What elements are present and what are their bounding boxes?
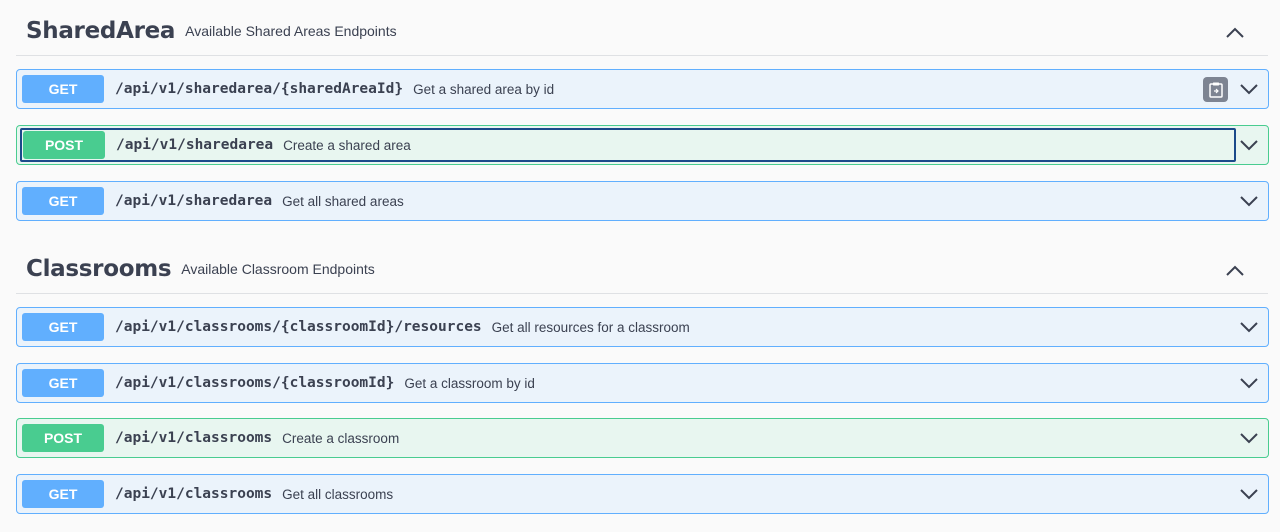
operation-description: Create a shared area — [283, 137, 411, 153]
operation-description: Get a shared area by id — [413, 81, 555, 97]
chevron-down-icon[interactable] — [1238, 373, 1260, 393]
chevron-down-icon[interactable] — [1238, 79, 1260, 99]
chevron-down-icon[interactable] — [1238, 317, 1260, 337]
operation-get-sharedarea-by-id[interactable]: GET /api/v1/sharedarea/{sharedAreaId} Ge… — [16, 69, 1269, 109]
operation-path: /api/v1/sharedarea/{sharedAreaId} — [115, 81, 404, 97]
method-badge: POST — [22, 424, 104, 452]
operation-path: /api/v1/classrooms/{classroomId} — [115, 375, 395, 391]
operation-description: Create a classroom — [282, 430, 400, 446]
operation-summary[interactable]: POST /api/v1/sharedarea Create a shared … — [20, 128, 1236, 162]
operation-get-all-classrooms[interactable]: GET /api/v1/classrooms Get all classroom… — [16, 474, 1269, 514]
operation-path: /api/v1/sharedarea — [116, 137, 274, 153]
chevron-up-icon[interactable] — [1218, 19, 1252, 47]
operation-get-classroom-by-id[interactable]: GET /api/v1/classrooms/{classroomId} Get… — [16, 363, 1269, 403]
operation-summary[interactable]: POST /api/v1/classrooms Create a classro… — [21, 422, 1236, 454]
method-badge: GET — [22, 187, 104, 215]
method-badge: GET — [22, 480, 104, 508]
operation-description: Get all resources for a classroom — [491, 319, 690, 335]
method-badge: GET — [22, 369, 104, 397]
operation-summary[interactable]: GET /api/v1/classrooms/{classroomId} Get… — [21, 367, 1236, 399]
operation-get-all-sharedareas[interactable]: GET /api/v1/sharedarea Get all shared ar… — [16, 181, 1269, 221]
section-description: Available Classroom Endpoints — [181, 260, 375, 277]
method-badge: GET — [22, 75, 104, 103]
operation-description: Get all classrooms — [282, 486, 394, 502]
section-description: Available Shared Areas Endpoints — [185, 22, 397, 39]
operation-get-classroom-resources[interactable]: GET /api/v1/classrooms/{classroomId}/res… — [16, 307, 1269, 347]
section-header-sharedarea[interactable]: SharedArea Available Shared Areas Endpoi… — [16, 6, 1268, 56]
operation-path: /api/v1/sharedarea — [115, 193, 273, 209]
section-title: Classrooms — [26, 255, 172, 282]
operation-path: /api/v1/classrooms/{classroomId}/resourc… — [115, 319, 482, 335]
method-badge: GET — [22, 313, 104, 341]
chevron-up-icon[interactable] — [1218, 257, 1252, 285]
section-header-classrooms[interactable]: Classrooms Available Classroom Endpoints — [16, 244, 1268, 294]
section-title: SharedArea — [26, 17, 176, 44]
operation-summary[interactable]: GET /api/v1/sharedarea Get all shared ar… — [21, 185, 1236, 217]
operation-post-sharedarea[interactable]: POST /api/v1/sharedarea Create a shared … — [16, 125, 1269, 165]
operation-path: /api/v1/classrooms — [115, 486, 273, 502]
chevron-down-icon[interactable] — [1238, 484, 1260, 504]
clipboard-icon[interactable] — [1203, 77, 1228, 102]
operation-summary[interactable]: GET /api/v1/classrooms Get all classroom… — [21, 478, 1236, 510]
operation-summary[interactable]: GET /api/v1/sharedarea/{sharedAreaId} Ge… — [21, 73, 1236, 105]
operation-description: Get all shared areas — [282, 193, 404, 209]
method-badge: POST — [23, 131, 105, 159]
chevron-down-icon[interactable] — [1238, 191, 1260, 211]
operation-summary[interactable]: GET /api/v1/classrooms/{classroomId}/res… — [21, 311, 1236, 343]
operation-description: Get a classroom by id — [404, 375, 535, 391]
chevron-down-icon[interactable] — [1238, 428, 1260, 448]
operation-post-classroom[interactable]: POST /api/v1/classrooms Create a classro… — [16, 418, 1269, 458]
operation-path: /api/v1/classrooms — [115, 430, 273, 446]
chevron-down-icon[interactable] — [1238, 135, 1260, 155]
